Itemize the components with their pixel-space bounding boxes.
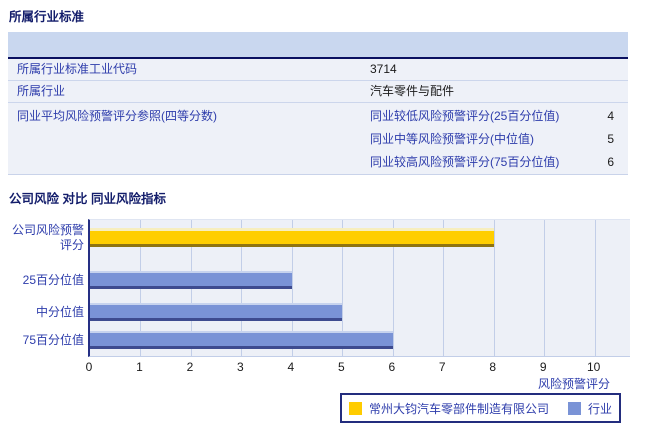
- x-tick-label: 2: [186, 360, 194, 374]
- bar-industry-75th: [90, 331, 393, 349]
- legend-company-label: 常州大钧汽车零部件制造有限公司: [369, 401, 550, 416]
- table-header-band: [8, 32, 628, 59]
- peer-item-value: 4: [607, 109, 614, 123]
- x-tick-label: 0: [85, 360, 93, 374]
- legend-industry-swatch-icon: [568, 401, 582, 415]
- x-tick-label: 10: [586, 360, 601, 374]
- risk-comparison-chart: 公司风险预警评分 25百分位值 中分位值 75百分位值 0 1 2 3 4 5 6 7 8 9 10…: [8, 219, 630, 425]
- table-row: 所属行业标准工业代码 3714: [8, 59, 628, 81]
- bar-industry-25th: [90, 271, 292, 289]
- peer-item-value: 5: [607, 132, 614, 146]
- peer-item-label: 同业中等风险预警评分(中位值): [370, 132, 534, 146]
- peer-reference-item: 同业中等风险预警评分(中位值) 5: [8, 128, 628, 151]
- chart-legend: 常州大钧汽车零部件制造有限公司 行业: [340, 393, 622, 423]
- x-tick-label: 5: [337, 360, 345, 374]
- peer-reference-item: 同业较低风险预警评分(25百分位值) 4: [8, 105, 628, 128]
- peer-item-label: 同业较低风险预警评分(25百分位值): [370, 109, 560, 123]
- x-tick-label: 7: [438, 360, 446, 374]
- row-label: 所属行业标准工业代码: [17, 62, 138, 76]
- category-label-75th-percentile: 75百分位值: [22, 333, 84, 347]
- legend-industry-label: 行业: [588, 401, 613, 416]
- industry-section-title: 所属行业标准: [9, 10, 85, 24]
- row-value: 汽车零件与配件: [370, 84, 455, 98]
- x-tick-label: 4: [287, 360, 295, 374]
- row-label: 所属行业: [17, 84, 66, 98]
- peer-reference-item: 同业较高风险预警评分(75百分位值) 6: [8, 151, 628, 174]
- x-tick-label: 9: [539, 360, 547, 374]
- x-tick-label: 8: [489, 360, 497, 374]
- table-row: 所属行业 汽车零件与配件: [8, 81, 628, 103]
- industry-table: 所属行业标准工业代码 3714 所属行业 汽车零件与配件 同业平均风险预警评分参…: [8, 32, 628, 175]
- plot-area: [88, 219, 630, 357]
- x-tick-label: 6: [388, 360, 396, 374]
- x-tick-label: 3: [237, 360, 244, 374]
- bar-industry-median: [90, 303, 343, 321]
- legend-company-swatch-icon: [349, 401, 362, 415]
- category-label-25th-percentile: 25百分位值: [22, 273, 84, 287]
- x-axis-ticks: 0 1 2 3 4 5 6 7 8 9 10: [86, 360, 629, 374]
- category-label-median: 中分位值: [35, 305, 84, 319]
- x-tick-label: 1: [136, 360, 143, 374]
- x-axis-label: 风险预警评分: [537, 377, 610, 391]
- comparison-section-title: 公司风险 对比 同业风险指标: [9, 192, 166, 206]
- category-label-company-score: 公司风险预警评分: [11, 223, 84, 252]
- bar-company-score: [90, 228, 494, 247]
- peer-reference-row: 同业平均风险预警评分参照(四等分数) 同业较低风险预警评分(25百分位值) 4 …: [8, 103, 628, 174]
- peer-item-label: 同业较高风险预警评分(75百分位值): [370, 155, 560, 169]
- peer-item-value: 6: [607, 155, 614, 169]
- row-value: 3714: [370, 62, 397, 76]
